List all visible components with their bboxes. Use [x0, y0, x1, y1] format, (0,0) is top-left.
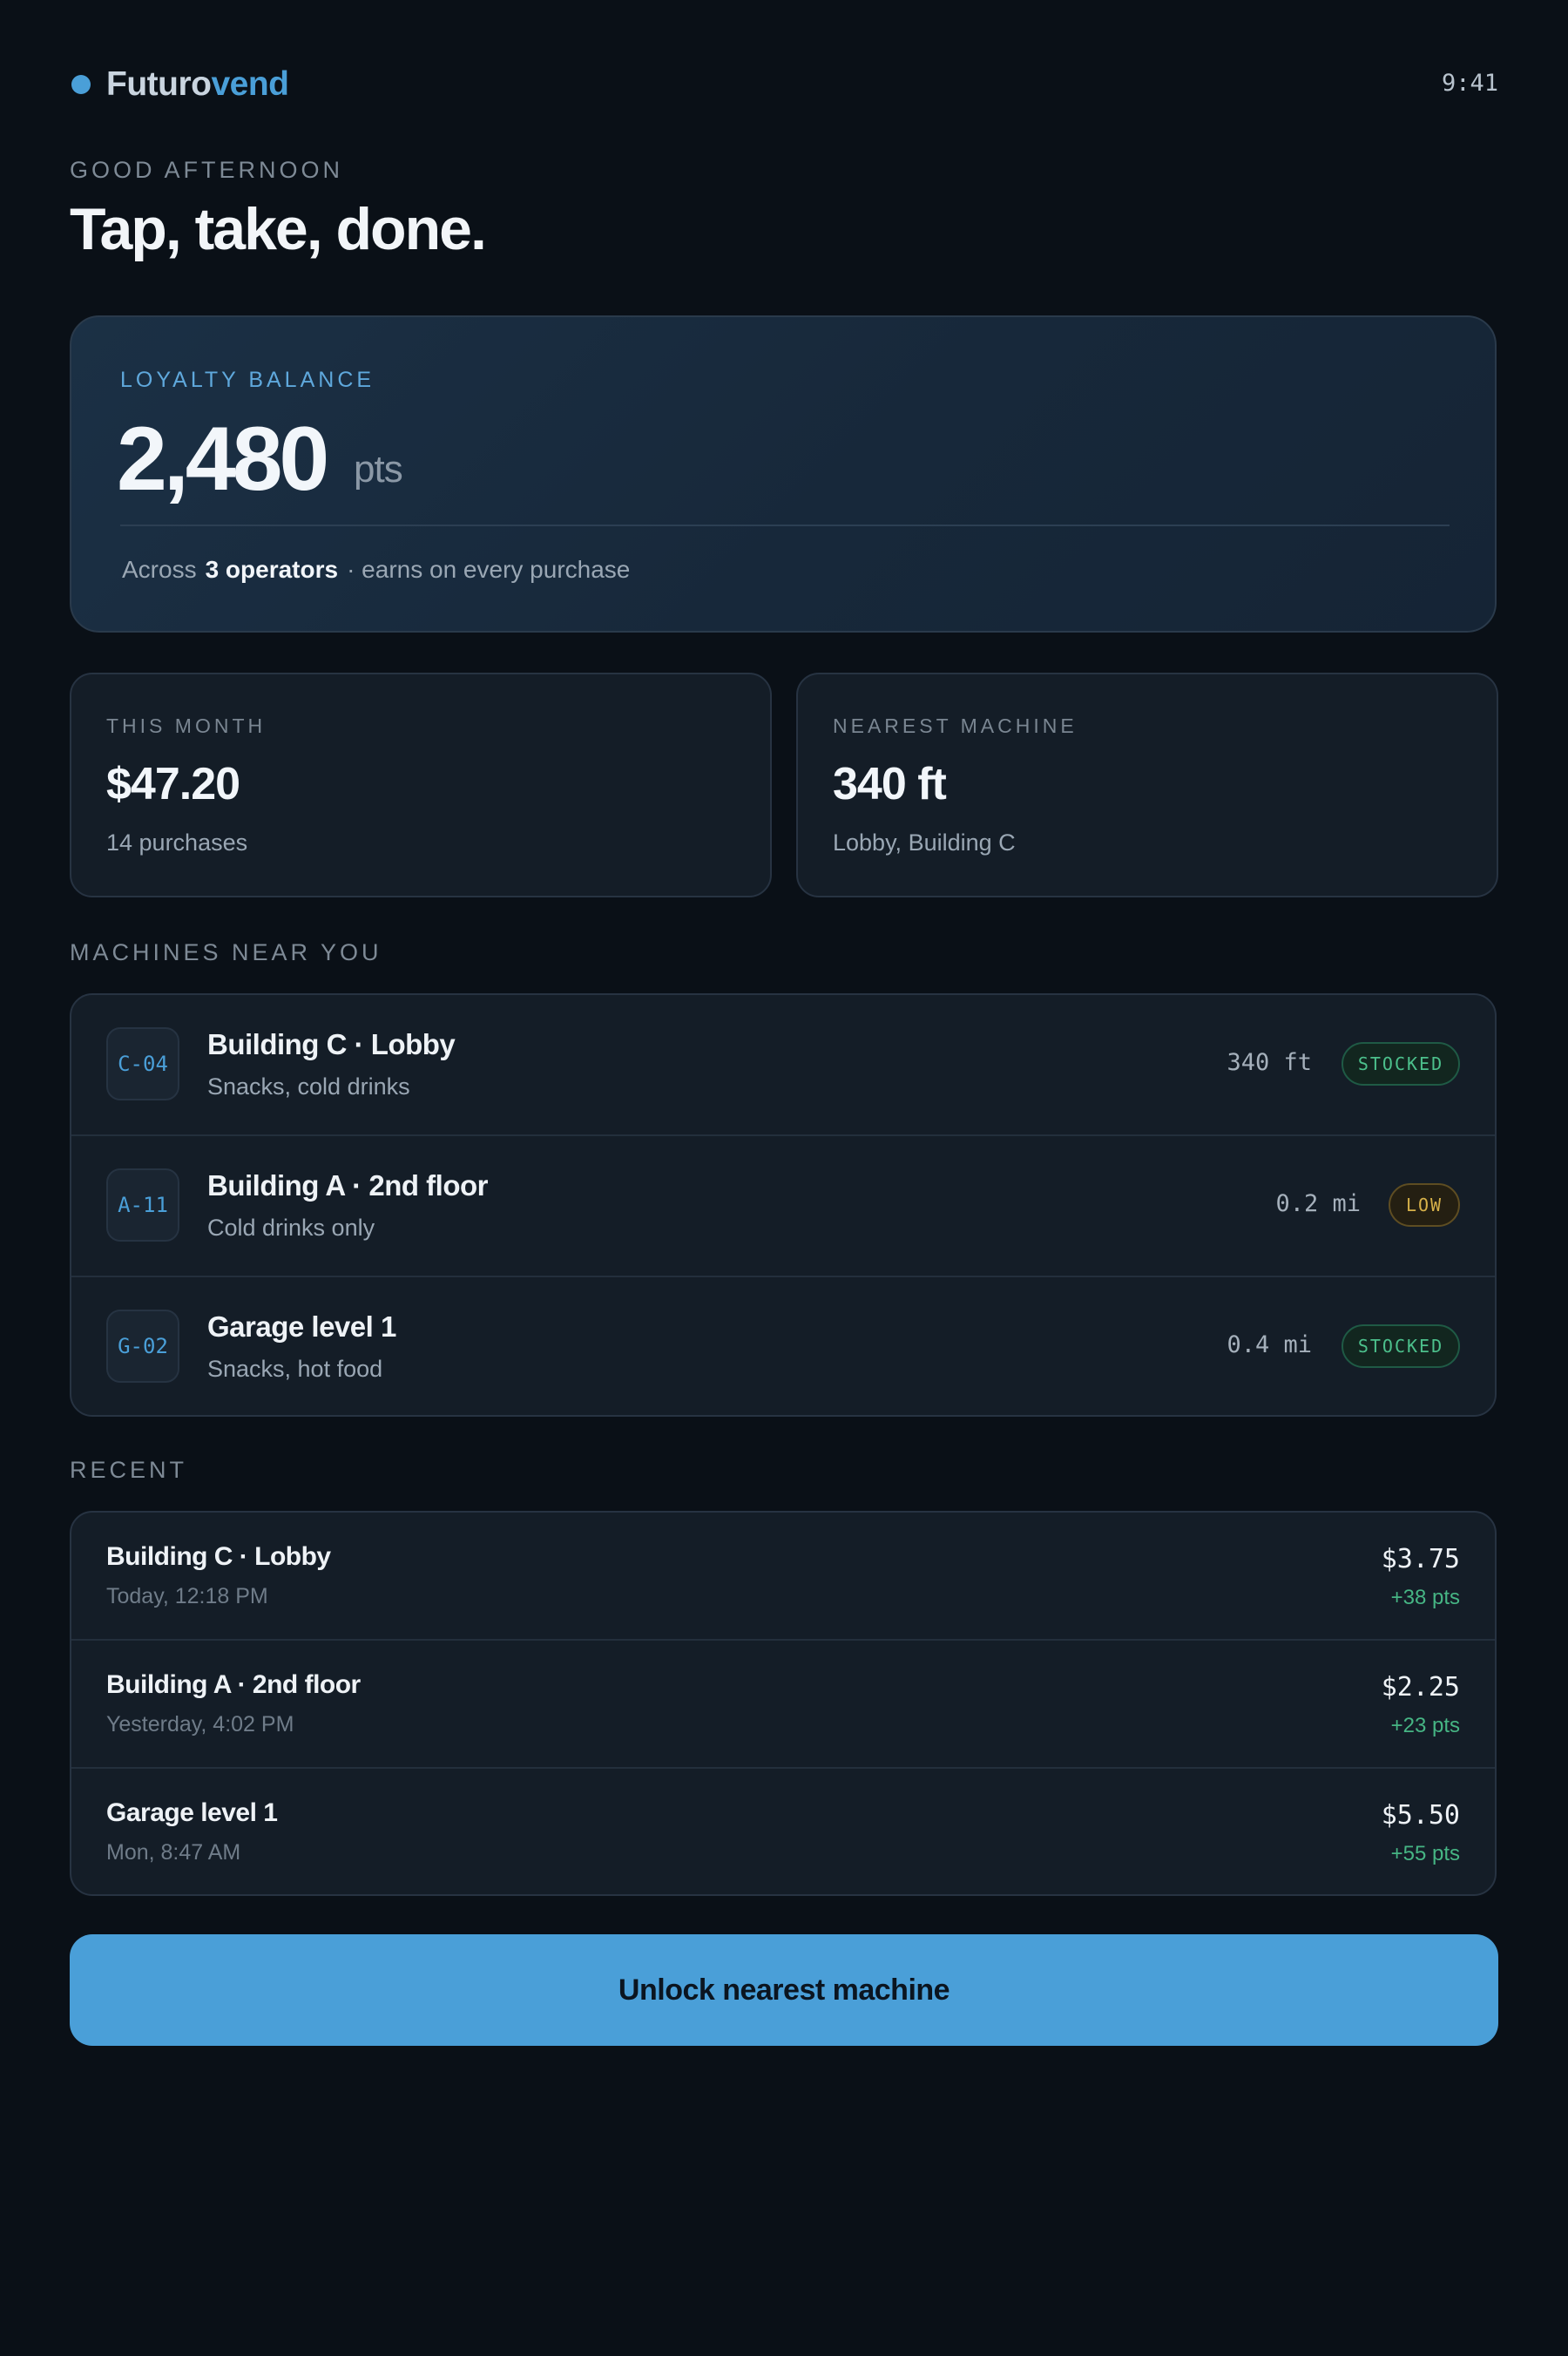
machine-distance: 0.4 mi: [1227, 1331, 1312, 1358]
machine-distance: 340 ft: [1227, 1049, 1312, 1076]
transaction-location: Building A · 2nd floor: [106, 1670, 361, 1699]
nearest-machine-label: NEAREST MACHINE: [833, 714, 1078, 737]
loyalty-card[interactable]: LOYALTY BALANCE 2,480 pts Across 3 operat…: [70, 315, 1497, 633]
machines-list: C-04 Building C · Lobby Snacks, cold dri…: [70, 993, 1497, 1417]
brand-name-part1: Futuro: [106, 65, 212, 103]
machine-code: C-04: [106, 1027, 179, 1100]
loyalty-label: LOYALTY BALANCE: [120, 368, 375, 392]
status-badge: STOCKED: [1342, 1042, 1460, 1086]
loyalty-summary-prefix: Across: [122, 556, 197, 583]
nearest-machine-distance: 340 ft: [833, 759, 947, 809]
machine-description: Snacks, hot food: [207, 1356, 383, 1382]
transaction-time: Mon, 8:47 AM: [106, 1840, 241, 1865]
greeting: GOOD AFTERNOON: [70, 157, 344, 183]
transaction-location: Garage level 1: [106, 1798, 278, 1827]
loyalty-operators-count: 3 operators: [205, 556, 339, 583]
page-title: Tap, take, done.: [70, 196, 487, 262]
machine-row[interactable]: G-02 Garage level 1 Snacks, hot food 0.4…: [71, 1277, 1495, 1415]
machine-code: A-11: [106, 1168, 179, 1242]
status-badge: LOW: [1389, 1183, 1460, 1227]
machine-description: Snacks, cold drinks: [207, 1073, 410, 1100]
this-month-value: $47.20: [106, 759, 240, 809]
transaction-time: Yesterday, 4:02 PM: [106, 1712, 294, 1737]
machine-distance: 0.2 mi: [1275, 1190, 1361, 1217]
machine-row[interactable]: C-04 Building C · Lobby Snacks, cold dri…: [71, 995, 1495, 1136]
machine-name: Garage level 1: [207, 1310, 396, 1343]
machine-code: G-02: [106, 1310, 179, 1383]
unlock-nearest-machine-button[interactable]: Unlock nearest machine: [70, 1934, 1498, 2046]
loyalty-divider: [120, 525, 1450, 526]
transaction-points: +38 pts: [1390, 1586, 1460, 1609]
transaction-amount: $3.75: [1381, 1544, 1460, 1574]
brand-logo: Futurovend: [106, 64, 289, 105]
recent-list: Building C · Lobby Today, 12:18 PM $3.75…: [70, 1511, 1497, 1896]
nearest-machine-card[interactable]: NEAREST MACHINE 340 ft Lobby, Building C: [796, 673, 1498, 897]
transaction-points: +55 pts: [1390, 1842, 1460, 1865]
transaction-row[interactable]: Building A · 2nd floor Yesterday, 4:02 P…: [71, 1641, 1495, 1769]
machines-section-title: MACHINES NEAR YOU: [70, 939, 382, 965]
this-month-purchases: 14 purchases: [106, 829, 248, 856]
status-badge: STOCKED: [1342, 1324, 1460, 1368]
status-time: 9:41: [1441, 70, 1498, 97]
brand-dot-icon: [71, 75, 91, 94]
transaction-time: Today, 12:18 PM: [106, 1584, 268, 1608]
nearest-machine-location: Lobby, Building C: [833, 829, 1016, 856]
transaction-amount: $5.50: [1381, 1800, 1460, 1831]
loyalty-summary-suffix: · earns on every purchase: [347, 556, 631, 583]
top-bar: Futurovend 9:41: [70, 64, 1498, 106]
brand-name-part2: vend: [211, 65, 289, 103]
loyalty-balance-unit: pts: [354, 448, 403, 491]
machine-name: Building A · 2nd floor: [207, 1169, 489, 1202]
this-month-card[interactable]: THIS MONTH $47.20 14 purchases: [70, 673, 772, 897]
machine-name: Building C · Lobby: [207, 1028, 456, 1060]
loyalty-balance-value: 2,480: [117, 409, 329, 510]
this-month-label: THIS MONTH: [106, 714, 267, 737]
transaction-row[interactable]: Building C · Lobby Today, 12:18 PM $3.75…: [71, 1513, 1495, 1641]
loyalty-summary: Across 3 operators · earns on every purcha…: [122, 556, 630, 584]
recent-section-title: RECENT: [70, 1457, 188, 1483]
machine-row[interactable]: A-11 Building A · 2nd floor Cold drinks …: [71, 1136, 1495, 1277]
transaction-location: Building C · Lobby: [106, 1542, 331, 1571]
transaction-row[interactable]: Garage level 1 Mon, 8:47 AM $5.50 +55 pt…: [71, 1769, 1495, 1894]
transaction-points: +23 pts: [1390, 1714, 1460, 1737]
transaction-amount: $2.25: [1381, 1672, 1460, 1703]
machine-description: Cold drinks only: [207, 1215, 375, 1241]
